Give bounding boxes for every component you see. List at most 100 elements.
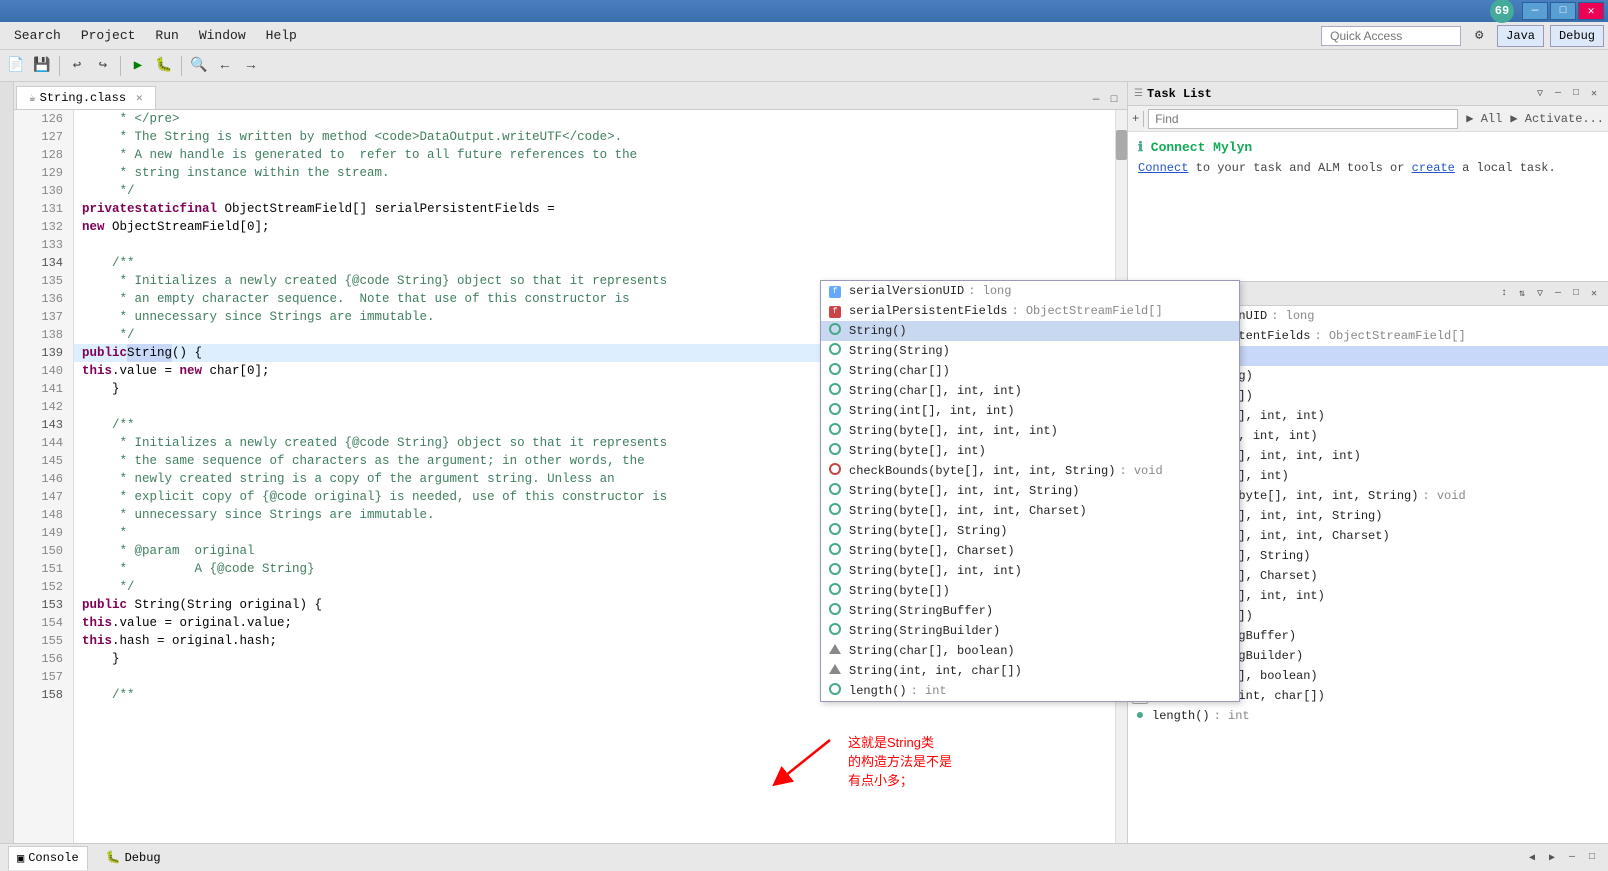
popup-item[interactable]: fserialVersionUID: long (821, 281, 1239, 301)
popup-item-icon (829, 603, 841, 619)
debug-perspective-button[interactable]: Debug (1550, 25, 1604, 47)
toolbar-debug-icon[interactable]: 🐛 (152, 54, 176, 78)
code-line[interactable]: new ObjectStreamField[0]; (74, 218, 1115, 236)
popup-item-icon: f (829, 285, 841, 298)
menu-project[interactable]: Project (71, 24, 146, 47)
task-search-input[interactable] (1148, 109, 1458, 129)
popup-item-label: String(String) (849, 344, 950, 358)
line-number: 138 (18, 326, 69, 344)
bottom-scroll-left[interactable]: ◀ (1524, 850, 1540, 866)
popup-item-label: String(char[], boolean) (849, 644, 1015, 658)
line-number: 157 (18, 668, 69, 686)
debug-tab[interactable]: 🐛 Debug (98, 846, 169, 869)
popup-item-label: String(byte[], int, int, String) (849, 484, 1079, 498)
connect-link[interactable]: Connect (1138, 161, 1188, 175)
popup-item-label: String(char[]) (849, 364, 950, 378)
popup-item-label: String(byte[], Charset) (849, 544, 1015, 558)
code-line[interactable]: * </pre> (74, 110, 1115, 128)
minimize-editor-button[interactable]: — (1087, 91, 1105, 109)
popup-item[interactable]: String(StringBuffer) (821, 601, 1239, 621)
bottom-maximize[interactable]: □ (1584, 850, 1600, 866)
popup-item[interactable]: String(byte[], int, int, String) (821, 481, 1239, 501)
popup-item[interactable]: String(int[], int, int) (821, 401, 1239, 421)
bottom-minimize[interactable]: — (1564, 850, 1580, 866)
new-task-icon[interactable]: + (1132, 112, 1139, 126)
line-number: 155 (18, 632, 69, 650)
maximize-editor-button[interactable]: □ (1105, 91, 1123, 109)
line-number: 147 (18, 488, 69, 506)
toolbar-nav-fwd-icon[interactable]: → (239, 54, 263, 78)
console-tab[interactable]: ▣ Console (8, 846, 88, 870)
minimize-button[interactable]: — (1522, 2, 1548, 20)
editor-tab-string[interactable]: ☕ String.class ✕ (16, 86, 156, 109)
toolbar-redo-icon[interactable]: ↪ (91, 54, 115, 78)
popup-item[interactable]: String(byte[], int) (821, 441, 1239, 461)
task-panel-minimize-icon[interactable]: — (1550, 86, 1566, 102)
outline-panel-menu-icon[interactable]: ▽ (1532, 286, 1548, 302)
menu-search[interactable]: Search (4, 24, 71, 47)
toolbar-settings-icon[interactable]: ⚙ (1467, 24, 1491, 48)
popup-item[interactable]: String(byte[], int, int) (821, 561, 1239, 581)
bottom-scroll-right[interactable]: ▶ (1544, 850, 1560, 866)
line-number: 156 (18, 650, 69, 668)
code-line[interactable]: * A new handle is generated to refer to … (74, 146, 1115, 164)
annotation-arrow (760, 730, 840, 790)
toolbar-new-icon[interactable]: 📄 (4, 54, 28, 78)
popup-item[interactable]: String() (821, 321, 1239, 341)
maximize-button[interactable]: □ (1550, 2, 1576, 20)
popup-item[interactable]: fserialPersistentFields: ObjectStreamFie… (821, 301, 1239, 321)
popup-item-label: String(int[], int, int) (849, 404, 1015, 418)
menu-bar: Search Project Run Window Help ⚙ Java De… (0, 22, 1608, 50)
task-toolbar-sep (1143, 111, 1144, 127)
popup-item[interactable]: String(char[], int, int) (821, 381, 1239, 401)
task-filter-activate[interactable]: ▶ Activate... (1510, 111, 1604, 126)
task-panel-title: Task List (1147, 87, 1212, 101)
code-line[interactable] (74, 236, 1115, 254)
popup-item[interactable]: length(): int (821, 681, 1239, 701)
outline-collapse-icon[interactable]: ↕ (1496, 286, 1512, 302)
popup-item-icon: f (829, 305, 841, 318)
toolbar-nav-back-icon[interactable]: ← (213, 54, 237, 78)
outline-minimize-icon[interactable]: — (1550, 286, 1566, 302)
popup-item[interactable]: String(byte[], String) (821, 521, 1239, 541)
task-panel-maximize-icon[interactable]: □ (1568, 86, 1584, 102)
task-panel-menu-icon[interactable]: ▽ (1532, 86, 1548, 102)
task-panel-close-icon[interactable]: ✕ (1586, 86, 1602, 102)
popup-item[interactable]: String(byte[]) (821, 581, 1239, 601)
close-button[interactable]: ✕ (1578, 2, 1604, 20)
menu-help[interactable]: Help (256, 24, 307, 47)
code-line[interactable]: private static final ObjectStreamField[]… (74, 200, 1115, 218)
outline-item[interactable]: ●length(): int (1128, 706, 1608, 726)
popup-item[interactable]: checkBounds(byte[], int, int, String): v… (821, 461, 1239, 481)
popup-item[interactable]: String(char[]) (821, 361, 1239, 381)
code-line[interactable]: * string instance within the stream. (74, 164, 1115, 182)
popup-item[interactable]: String(byte[], int, int, Charset) (821, 501, 1239, 521)
popup-item-icon (829, 343, 841, 359)
title-bar-buttons: — □ ✕ (1522, 2, 1604, 20)
popup-item[interactable]: String(char[], boolean) (821, 641, 1239, 661)
popup-item[interactable]: String(String) (821, 341, 1239, 361)
toolbar-search-icon[interactable]: 🔍 (187, 54, 211, 78)
toolbar-save-icon[interactable]: 💾 (30, 54, 54, 78)
outline-sort-icon[interactable]: ⇅ (1514, 286, 1530, 302)
popup-item[interactable]: String(byte[], Charset) (821, 541, 1239, 561)
line-number: 144 (18, 434, 69, 452)
toolbar-run-icon[interactable]: ▶ (126, 54, 150, 78)
menu-window[interactable]: Window (189, 24, 256, 47)
code-line[interactable]: /** (74, 254, 1115, 272)
popup-item[interactable]: String(byte[], int, int, int) (821, 421, 1239, 441)
outline-maximize-icon[interactable]: □ (1568, 286, 1584, 302)
code-line[interactable]: */ (74, 182, 1115, 200)
task-panel-header: ☰ Task List ▽ — □ ✕ (1128, 82, 1608, 106)
quick-access-input[interactable] (1321, 26, 1461, 46)
task-filter-all[interactable]: ▶ All (1466, 111, 1502, 126)
java-perspective-button[interactable]: Java (1497, 25, 1544, 47)
popup-item[interactable]: String(int, int, char[]) (821, 661, 1239, 681)
tab-close-icon[interactable]: ✕ (136, 91, 143, 105)
create-task-link[interactable]: create (1412, 161, 1455, 175)
toolbar-undo-icon[interactable]: ↩ (65, 54, 89, 78)
menu-run[interactable]: Run (145, 24, 188, 47)
popup-item[interactable]: String(StringBuilder) (821, 621, 1239, 641)
outline-close-icon[interactable]: ✕ (1586, 286, 1602, 302)
code-line[interactable]: * The String is written by method <code>… (74, 128, 1115, 146)
